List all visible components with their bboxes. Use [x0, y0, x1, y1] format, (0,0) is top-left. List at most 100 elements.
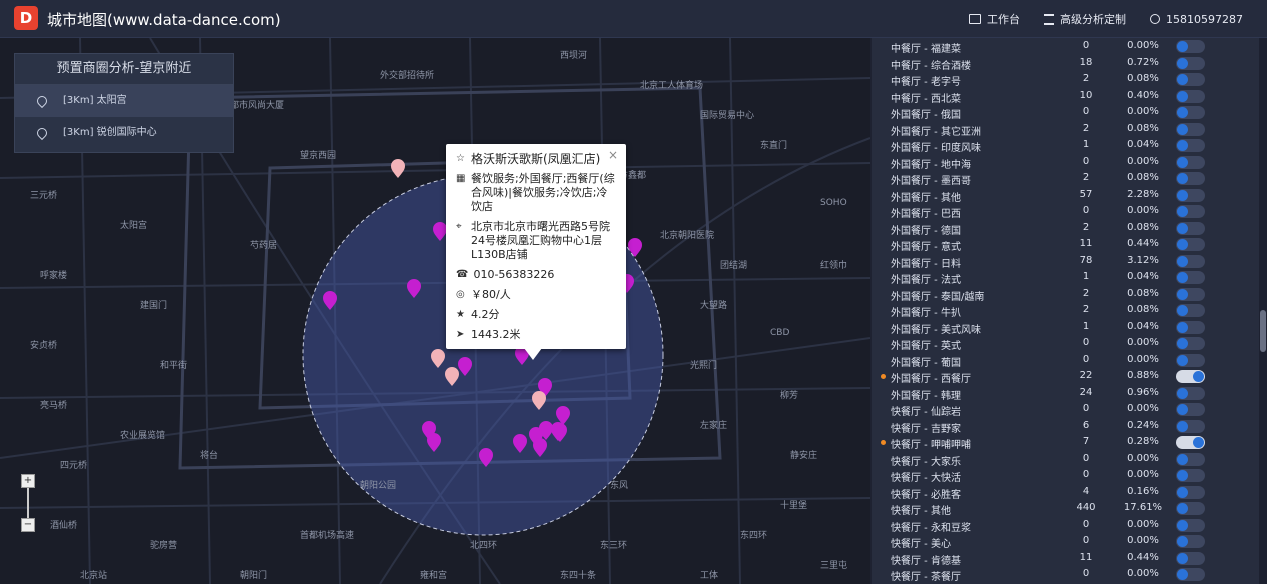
category-toggle[interactable] [1176, 40, 1205, 53]
category-toggle[interactable] [1176, 56, 1205, 70]
category-percent: 2.28% [1127, 188, 1159, 200]
category-percent: 0.00% [1127, 535, 1159, 546]
toggle-knob [1177, 41, 1188, 52]
category-toggle[interactable] [1176, 106, 1205, 119]
category-count: 0 [1082, 469, 1090, 480]
category-toggle[interactable] [1176, 419, 1205, 433]
category-toggle[interactable] [1176, 502, 1205, 515]
category-toggle[interactable] [1176, 254, 1205, 268]
category-count: 11 [1079, 551, 1093, 563]
category-count: 78 [1079, 254, 1093, 266]
category-name: 中餐厅 - 老字号 [891, 77, 961, 88]
preset-item-taiyanggong[interactable]: [3Km] 太阳宫 [15, 85, 233, 117]
category-name: 快餐厅 - 必胜客 [891, 489, 961, 501]
map-place-label: 红领巾 [820, 261, 848, 271]
advanced-analysis-button[interactable]: 高级分析定制 [1044, 11, 1126, 27]
category-name: 外国餐厅 - 牛扒 [891, 308, 961, 319]
category-toggle[interactable] [1176, 337, 1205, 350]
category-percent: 0.40% [1127, 89, 1159, 101]
logo[interactable]: D [14, 6, 38, 30]
category-toggle[interactable] [1176, 205, 1205, 218]
category-toggle[interactable] [1176, 139, 1205, 152]
poi-distance: 1443.2米 [471, 328, 521, 341]
category-name: 外国餐厅 - 韩理 [891, 390, 961, 402]
category-toggle[interactable] [1176, 386, 1205, 400]
category-name: 外国餐厅 - 印度风味 [891, 143, 981, 154]
category-percent: 0.00% [1127, 469, 1159, 480]
category-toggle[interactable] [1176, 155, 1205, 169]
category-percent: 0.24% [1127, 419, 1159, 431]
category-toggle[interactable] [1176, 370, 1205, 383]
category-name: 外国餐厅 - 泰国/越南 [891, 291, 985, 303]
preset-title: 预置商圈分析-望京附近 [15, 54, 233, 85]
category-count: 0 [1082, 568, 1090, 579]
category-toggle[interactable] [1176, 452, 1205, 466]
top-actions: 工作台 高级分析定制 15810597287 [969, 11, 1243, 27]
category-percent: 3.12% [1127, 254, 1159, 266]
close-icon[interactable]: × [608, 148, 618, 162]
workbench-button[interactable]: 工作台 [969, 11, 1020, 27]
category-name: 外国餐厅 - 巴西 [891, 209, 961, 220]
category-count: 7 [1082, 436, 1090, 447]
category-row: 外国餐厅 - 巴西 0 0.00% [872, 203, 1252, 220]
toggle-knob [1177, 569, 1188, 580]
category-toggle[interactable] [1176, 535, 1205, 548]
category-percent: 0.16% [1127, 485, 1159, 497]
category-count: 0 [1082, 337, 1090, 348]
category-toggle[interactable] [1176, 403, 1205, 416]
map-place-label: 东风 [610, 481, 629, 491]
poi-marker-alt[interactable] [391, 159, 405, 178]
category-toggle[interactable] [1176, 518, 1205, 532]
category-row: 外国餐厅 - 墨西哥 2 0.08% [872, 170, 1252, 187]
location-pin-icon [34, 93, 50, 109]
category-row: 快餐厅 - 永和豆浆 0 0.00% [872, 517, 1252, 534]
toggle-knob [1177, 338, 1188, 349]
category-row: 中餐厅 - 综合酒楼 18 0.72% [872, 55, 1252, 72]
toggle-knob [1177, 453, 1188, 465]
zoom-out-button[interactable]: − [21, 518, 35, 532]
location-icon: ⌖ [456, 221, 462, 232]
category-toggle[interactable] [1176, 172, 1205, 185]
map-place-label: 北四环 [470, 541, 498, 551]
map-place-label: 亮马桥 [40, 401, 68, 411]
category-toggle[interactable] [1176, 122, 1205, 136]
map-place-label: 团结湖 [720, 261, 748, 271]
category-toggle[interactable] [1176, 271, 1205, 284]
category-row: 快餐厅 - 大快活 0 0.00% [872, 467, 1252, 484]
map-place-label: 北京朝阳医院 [660, 231, 715, 241]
panel-scrollbar[interactable] [1259, 38, 1267, 584]
category-percent: 0.28% [1127, 436, 1159, 447]
zoom-in-button[interactable]: + [21, 474, 35, 488]
map-place-label: 东四环 [740, 531, 768, 541]
category-toggle[interactable] [1176, 436, 1205, 449]
user-account-button[interactable]: 15810597287 [1150, 11, 1243, 27]
map-place-label: 东四十条 [560, 571, 597, 581]
map-place-label: SOHO [820, 198, 847, 208]
category-toggle[interactable] [1176, 320, 1205, 334]
category-toggle[interactable] [1176, 485, 1205, 499]
category-toggle[interactable] [1176, 73, 1205, 86]
category-toggle[interactable] [1176, 238, 1205, 251]
toggle-knob [1177, 503, 1188, 514]
poi-name-row: ☆ 格沃斯沃歌斯(凤凰汇店) [446, 144, 626, 170]
toggle-knob [1177, 552, 1188, 564]
category-toggle[interactable] [1176, 287, 1205, 301]
preset-item-ruichuang[interactable]: [3Km] 锐创国际中心 [15, 117, 233, 149]
category-percent: 0.08% [1127, 304, 1159, 315]
zoom-slider[interactable] [27, 488, 29, 518]
preset-item-label: [3Km] 锐创国际中心 [63, 127, 157, 138]
category-toggle[interactable] [1176, 89, 1205, 103]
map-place-label: 和平街 [160, 361, 188, 371]
category-toggle[interactable] [1176, 551, 1205, 565]
location-pin-icon [34, 125, 50, 141]
category-toggle[interactable] [1176, 353, 1205, 367]
category-toggle[interactable] [1176, 188, 1205, 202]
toggle-knob [1177, 470, 1188, 481]
category-toggle[interactable] [1176, 469, 1205, 482]
category-toggle[interactable] [1176, 568, 1205, 581]
category-name: 快餐厅 - 大快活 [891, 473, 961, 484]
scrollbar-thumb[interactable] [1260, 310, 1266, 352]
category-toggle[interactable] [1176, 221, 1205, 235]
category-panel: 中餐厅 - 福建菜 0 0.00% 中餐厅 - 综合酒楼 18 0.72% 中餐厅 - 老字… [872, 38, 1267, 584]
category-toggle[interactable] [1176, 304, 1205, 317]
